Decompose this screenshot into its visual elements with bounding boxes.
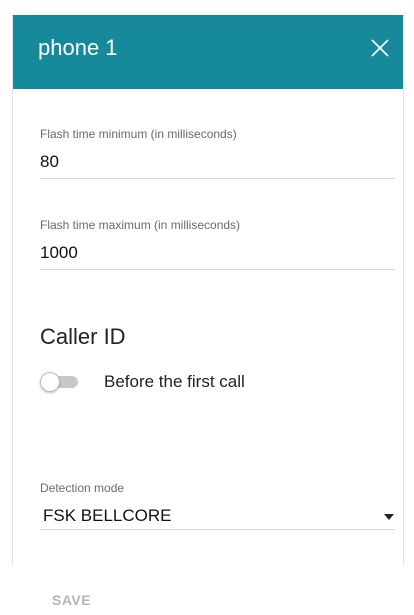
flash-time-maximum-input[interactable]: 1000 [40,243,395,269]
close-icon [371,39,389,57]
dialog-title: phone 1 [38,35,118,60]
flash-time-minimum-field[interactable]: Flash time minimum (in milliseconds) 80 [40,127,395,179]
flash-time-minimum-input[interactable]: 80 [40,152,395,178]
dropdown-arrow-icon [384,514,394,520]
flash-time-maximum-label: Flash time maximum (in milliseconds) [40,218,241,232]
phone-settings-dialog: phone 1 Flash time minimum (in milliseco… [12,15,404,608]
detection-mode-select[interactable]: FSK BELLCORE [40,495,395,529]
save-button[interactable]: SAVE [40,585,100,615]
flash-time-minimum-label: Flash time minimum (in milliseconds) [40,127,237,141]
close-button[interactable] [367,35,393,61]
dialog-header: phone 1 [13,15,403,89]
caller-id-section-title: Caller ID [40,324,126,349]
detection-mode-value: FSK BELLCORE [43,506,172,525]
before-first-call-toggle[interactable] [40,372,82,392]
before-first-call-row: Before the first call [40,369,340,395]
toggle-thumb [40,372,60,392]
before-first-call-label: Before the first call [104,372,245,391]
detection-mode-field[interactable]: Detection mode FSK BELLCORE [40,481,395,530]
flash-time-maximum-field[interactable]: Flash time maximum (in milliseconds) 100… [40,218,395,270]
detection-mode-label: Detection mode [40,481,125,495]
